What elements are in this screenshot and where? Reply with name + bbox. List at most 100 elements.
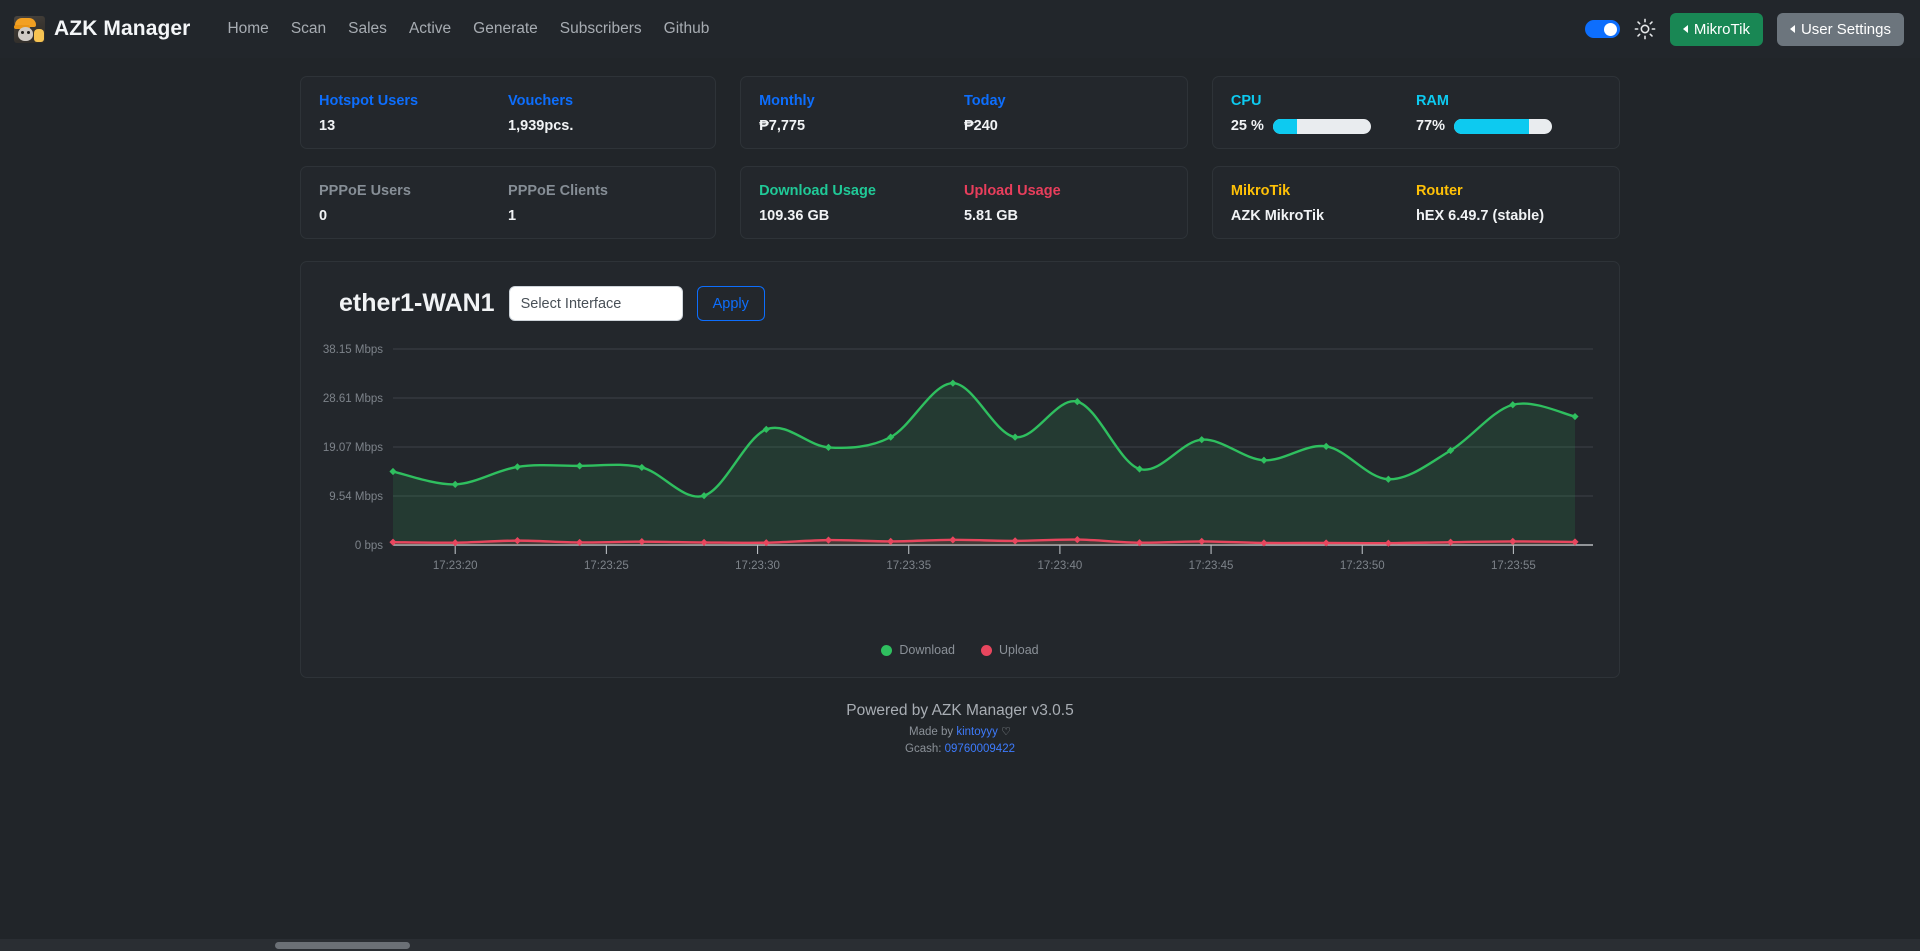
azk-avatar-icon xyxy=(14,15,45,43)
nav-link-home[interactable]: Home xyxy=(216,14,279,44)
stat-monthly: Monthly ₱7,775 xyxy=(759,93,964,134)
traffic-chart-svg[interactable]: 38.15 Mbps 28.61 Mbps 19.07 Mbps 9.54 Mbps 0… xyxy=(321,341,1601,603)
footer-gcash-label: Gcash: xyxy=(905,743,945,755)
stats-column-users: Hotspot Users 13 Vouchers 1,939pcs. PPPo… xyxy=(300,76,717,256)
stat-value: 109.36 GB xyxy=(759,208,830,224)
mikrotik-button-label: MikroTik xyxy=(1693,20,1750,38)
footer: Powered by AZK Manager v3.0.5 Made by ki… xyxy=(300,678,1620,765)
card-resources: CPU 25 % RAM 77% xyxy=(1211,76,1621,149)
caret-left-icon xyxy=(1682,25,1688,33)
stats-column-system: CPU 25 % RAM 77% MikroTik AZK MikroTik R… xyxy=(1211,76,1621,256)
user-settings-button[interactable]: User Settings xyxy=(1776,12,1904,46)
theme-toggle-switch[interactable] xyxy=(1584,20,1620,38)
mikrotik-button[interactable]: MikroTik xyxy=(1669,12,1763,46)
footer-powered-by: Powered by AZK Manager v3.0.5 xyxy=(846,702,1074,719)
stat-value: 77% xyxy=(1415,118,1445,134)
legend-label: Upload xyxy=(998,643,1039,657)
ram-progress-bar xyxy=(1453,118,1552,134)
chart-toolbar: ether1-WAN1 Select Interface Apply xyxy=(321,280,1599,325)
footer-made-by-prefix: Made by xyxy=(909,726,957,738)
stat-upload-usage: Upload Usage 5.81 GB xyxy=(964,183,1169,224)
navbar: AZK Manager Home Scan Sales Active Gener… xyxy=(0,0,1920,58)
card-device: MikroTik AZK MikroTik Router hEX 6.49.7 … xyxy=(1211,166,1621,239)
horizontal-scrollbar[interactable] xyxy=(0,939,1920,951)
svg-text:9.54 Mbps: 9.54 Mbps xyxy=(329,491,383,503)
svg-text:38.15 Mbps: 38.15 Mbps xyxy=(323,344,383,356)
stat-label: Router xyxy=(1415,183,1463,199)
chart-legend: Download Upload xyxy=(321,643,1599,663)
stat-value: 1,939pcs. xyxy=(508,118,574,134)
nav-link-sales[interactable]: Sales xyxy=(337,14,398,44)
interface-title: ether1-WAN1 xyxy=(339,289,495,317)
legend-item-download[interactable]: Download xyxy=(881,643,955,657)
svg-text:17:23:25: 17:23:25 xyxy=(584,560,629,572)
brand[interactable]: AZK Manager xyxy=(14,15,191,43)
stat-label: CPU xyxy=(1230,93,1262,109)
traffic-chart[interactable]: 38.15 Mbps 28.61 Mbps 19.07 Mbps 9.54 Mbps 0… xyxy=(321,341,1599,641)
footer-gcash: Gcash: 09760009422 xyxy=(300,743,1620,755)
stat-mikrotik: MikroTik AZK MikroTik xyxy=(1231,183,1416,224)
cpu-progress-bar xyxy=(1272,118,1371,134)
svg-text:17:23:20: 17:23:20 xyxy=(433,560,478,572)
content-container: Hotspot Users 13 Vouchers 1,939pcs. PPPo… xyxy=(300,58,1621,765)
legend-dot-upload xyxy=(980,644,992,656)
stats-cards-row: Hotspot Users 13 Vouchers 1,939pcs. PPPo… xyxy=(300,76,1621,256)
svg-text:17:23:30: 17:23:30 xyxy=(735,560,780,572)
stat-value: ₱240 xyxy=(963,118,998,134)
nav-link-scan[interactable]: Scan xyxy=(280,14,337,44)
apply-button[interactable]: Apply xyxy=(696,286,765,321)
footer-author-link[interactable]: kintoyyy xyxy=(956,726,998,738)
svg-text:0 bps: 0 bps xyxy=(355,540,383,552)
stat-router: Router hEX 6.49.7 (stable) xyxy=(1416,183,1601,224)
stat-pppoe-users: PPPoE Users 0 xyxy=(319,183,508,224)
legend-item-upload[interactable]: Upload xyxy=(980,643,1039,657)
stat-value: ₱7,775 xyxy=(759,118,806,134)
ram-progress-fill xyxy=(1453,118,1530,134)
stat-label: Monthly xyxy=(759,93,815,109)
stat-pppoe-clients: PPPoE Clients 1 xyxy=(508,183,697,224)
svg-text:17:23:45: 17:23:45 xyxy=(1189,560,1234,572)
user-settings-button-label: User Settings xyxy=(1800,20,1891,38)
card-pppoe: PPPoE Users 0 PPPoE Clients 1 xyxy=(300,166,717,239)
stats-column-revenue: Monthly ₱7,775 Today ₱240 Download Usage xyxy=(740,76,1188,256)
stat-label: Today xyxy=(963,93,1006,109)
stat-label: RAM xyxy=(1415,93,1449,109)
page-body: Hotspot Users 13 Vouchers 1,939pcs. PPPo… xyxy=(0,58,1920,765)
navbar-right-controls: MikroTik User Settings xyxy=(1584,0,1904,58)
stat-label: Upload Usage xyxy=(963,183,1061,199)
select-interface-value: Select Interface xyxy=(520,295,622,312)
svg-text:17:23:40: 17:23:40 xyxy=(1038,560,1083,572)
svg-text:17:23:35: 17:23:35 xyxy=(886,560,931,572)
stat-label: Hotspot Users xyxy=(319,93,419,109)
stat-label: PPPoE Clients xyxy=(508,183,608,199)
stat-label: Vouchers xyxy=(508,93,574,109)
stat-value: AZK MikroTik xyxy=(1230,208,1325,224)
stat-vouchers: Vouchers 1,939pcs. xyxy=(508,93,697,134)
heart-icon: ♡ xyxy=(1001,726,1011,738)
footer-made-by: Made by kintoyyy ♡ xyxy=(300,725,1620,738)
stat-today: Today ₱240 xyxy=(964,93,1169,134)
select-interface-dropdown[interactable]: Select Interface xyxy=(508,286,683,321)
brand-title: AZK Manager xyxy=(54,17,191,40)
svg-text:19.07 Mbps: 19.07 Mbps xyxy=(323,442,383,454)
nav-link-github[interactable]: Github xyxy=(653,14,721,44)
stat-cpu: CPU 25 % xyxy=(1231,93,1416,134)
sun-icon[interactable] xyxy=(1634,18,1656,40)
traffic-chart-card: ether1-WAN1 Select Interface Apply 38.15… xyxy=(300,261,1620,678)
nav-link-active[interactable]: Active xyxy=(398,14,462,44)
nav-links: Home Scan Sales Active Generate Subscrib… xyxy=(216,14,720,44)
stat-value: 1 xyxy=(508,208,517,224)
stat-hotspot-users: Hotspot Users 13 xyxy=(319,93,508,134)
footer-gcash-number[interactable]: 09760009422 xyxy=(945,743,1015,755)
stat-value: hEX 6.49.7 (stable) xyxy=(1415,208,1545,224)
stat-value: 25 % xyxy=(1230,118,1264,134)
nav-link-subscribers[interactable]: Subscribers xyxy=(549,14,653,44)
svg-text:28.61 Mbps: 28.61 Mbps xyxy=(323,393,383,405)
card-revenue: Monthly ₱7,775 Today ₱240 xyxy=(740,76,1188,149)
svg-text:17:23:50: 17:23:50 xyxy=(1340,560,1385,572)
nav-link-generate[interactable]: Generate xyxy=(462,14,549,44)
card-hotspot-vouchers: Hotspot Users 13 Vouchers 1,939pcs. xyxy=(300,76,717,149)
caret-left-icon xyxy=(1789,25,1795,33)
svg-text:17:23:55: 17:23:55 xyxy=(1491,560,1536,572)
scrollbar-thumb[interactable] xyxy=(275,942,410,949)
